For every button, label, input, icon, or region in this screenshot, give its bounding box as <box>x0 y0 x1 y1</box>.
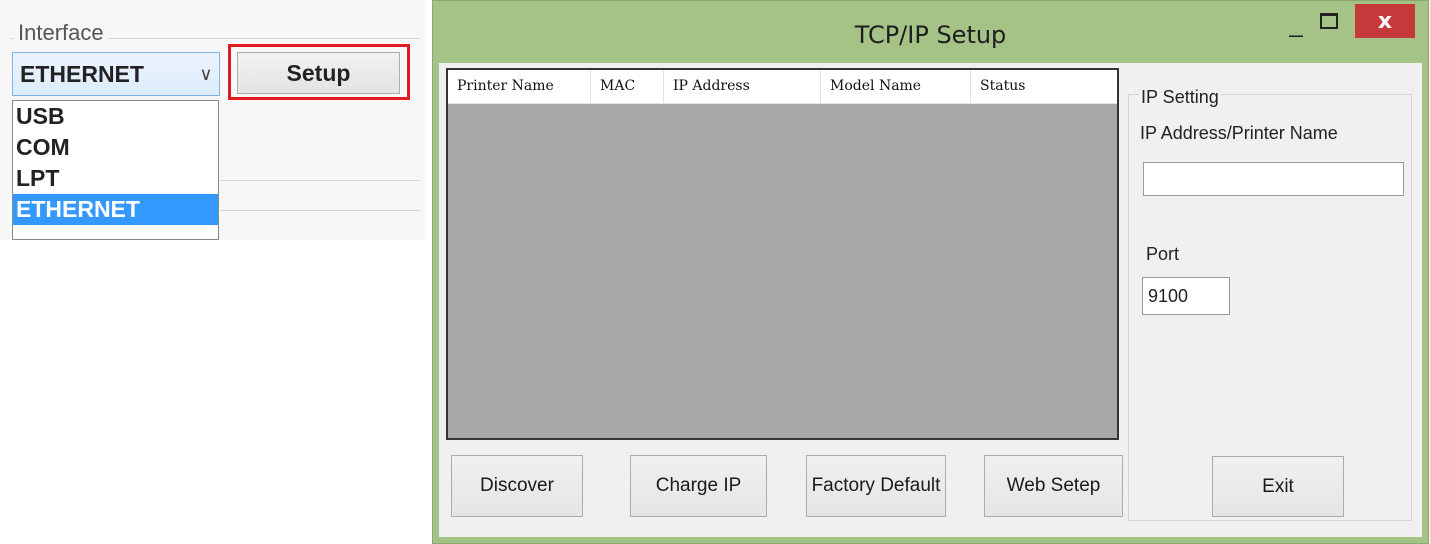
discover-button[interactable]: Discover <box>451 455 583 517</box>
chevron-down-icon[interactable]: ∨ <box>193 64 219 85</box>
web-setup-button[interactable]: Web Setep <box>984 455 1123 517</box>
column-header-ip-address[interactable]: IP Address <box>664 70 821 103</box>
tcpip-setup-window: TCP/IP Setup _ x Printer Name MAC IP Add… <box>432 0 1429 544</box>
dropdown-option-ethernet[interactable]: ETHERNET <box>13 194 218 225</box>
interface-label: Interface <box>14 20 108 46</box>
factory-default-button[interactable]: Factory Default <box>806 455 946 517</box>
printer-list[interactable]: Printer Name MAC IP Address Model Name S… <box>446 68 1119 440</box>
port-input[interactable] <box>1142 277 1230 315</box>
ip-address-label: IP Address/Printer Name <box>1140 123 1338 143</box>
interface-combobox[interactable]: ETHERNET ∨ <box>12 52 220 96</box>
column-header-mac[interactable]: MAC <box>591 70 664 103</box>
charge-ip-button[interactable]: Charge IP <box>630 455 767 517</box>
column-header-status[interactable]: Status <box>971 70 1118 103</box>
interface-dropdown-list[interactable]: USB COM LPT ETHERNET <box>12 100 219 240</box>
printer-list-header: Printer Name MAC IP Address Model Name S… <box>448 70 1117 104</box>
column-header-model-name[interactable]: Model Name <box>821 70 971 103</box>
divider <box>220 180 420 181</box>
setup-button[interactable]: Setup <box>237 52 400 94</box>
column-header-printer-name[interactable]: Printer Name <box>448 70 591 103</box>
interface-panel: Interface ETHERNET ∨ Setup USB COM LPT E… <box>0 0 425 544</box>
interface-selected-value: ETHERNET <box>20 60 144 87</box>
close-button[interactable]: x <box>1355 4 1415 38</box>
minimize-button[interactable]: _ <box>1283 7 1309 37</box>
port-label: Port <box>1146 244 1180 264</box>
ip-setting-group-label: IP Setting <box>1139 87 1221 108</box>
ip-address-input[interactable] <box>1143 162 1404 196</box>
window-client-area: Printer Name MAC IP Address Model Name S… <box>439 63 1422 537</box>
dropdown-option-usb[interactable]: USB <box>13 101 218 132</box>
dropdown-option-lpt[interactable]: LPT <box>13 163 218 194</box>
maximize-button[interactable] <box>1316 7 1342 35</box>
dropdown-option-com[interactable]: COM <box>13 132 218 163</box>
window-title: TCP/IP Setup <box>854 21 1007 49</box>
maximize-icon <box>1320 13 1338 29</box>
exit-button[interactable]: Exit <box>1212 456 1344 517</box>
divider <box>220 210 420 211</box>
title-bar[interactable]: TCP/IP Setup _ x <box>433 1 1428 65</box>
